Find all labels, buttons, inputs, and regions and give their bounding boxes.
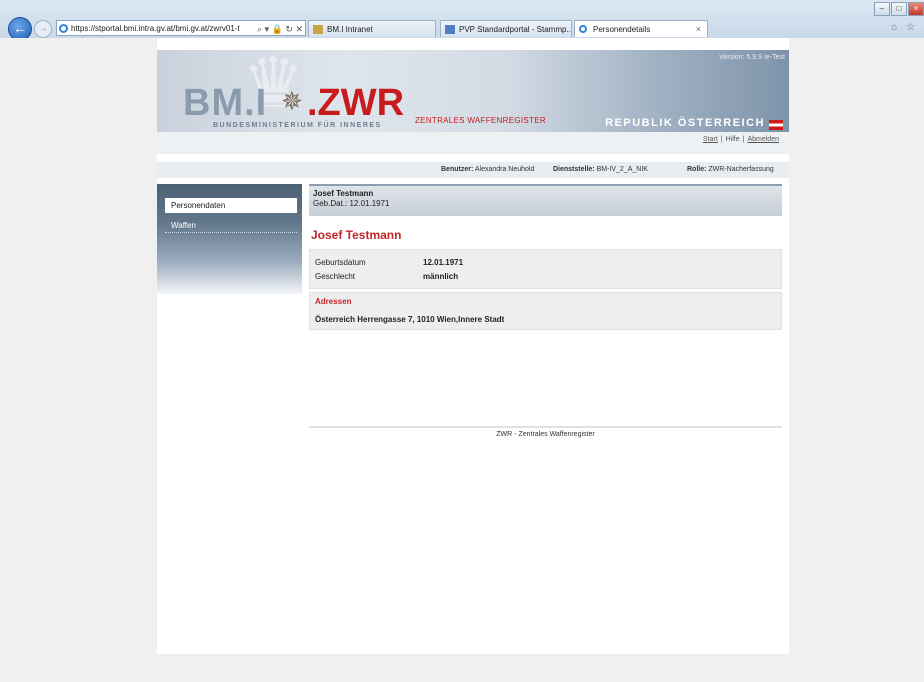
page-viewport: ♛ Version: 5.9.9 Ie-Test BM.I ✵ .ZWR ZEN… [0, 38, 924, 682]
rolle-info: Rolle: ZWR-Nacherfassung [687, 166, 774, 173]
ie-icon [579, 25, 587, 33]
tab-personendetails[interactable]: Personendetails × [574, 20, 708, 37]
ie-icon [59, 24, 68, 33]
person-details: Geburtsdatum 12.01.1971 Geschlecht männl… [309, 249, 782, 289]
header-birth-date: Geb.Dat.: 12.01.1971 [313, 199, 390, 208]
footer-text: ZWR - Zentrales Waffenregister [496, 431, 595, 438]
hilfe-link[interactable]: Hilfe [726, 136, 740, 143]
detail-label: Geburtsdatum [315, 258, 366, 267]
user-info-bar: Benutzer: Alexandra Neuhold Dienststelle… [157, 162, 789, 178]
logo-bmi: BM.I [183, 82, 268, 124]
minimize-button[interactable]: – [874, 2, 890, 16]
abmelden-link[interactable]: Abmelden [747, 136, 779, 143]
link-separator: | [720, 136, 723, 143]
link-separator: | [742, 136, 745, 143]
home-favorites-icons[interactable]: ⌂ ☆ [891, 22, 918, 33]
detail-value: männlich [423, 272, 459, 281]
close-window-button[interactable]: × [908, 2, 924, 16]
republik-label: REPUBLIK ÖSTERREICH [605, 117, 765, 129]
person-header: Josef Testmann Geb.Dat.: 12.01.1971 [309, 184, 782, 216]
logo-zwr: .ZWR [307, 82, 405, 124]
window-controls: – □ × [873, 2, 924, 16]
tab-label: BM.I Intranet [327, 25, 373, 34]
addresses-title: Adressen [315, 297, 352, 306]
portal-icon [445, 25, 455, 34]
forward-button[interactable]: → [34, 20, 52, 38]
tab-label: Personendetails [593, 25, 651, 34]
footer-divider [309, 426, 782, 428]
maximize-button[interactable]: □ [891, 2, 907, 16]
tab-bmi-intranet[interactable]: BM.I Intranet [308, 20, 436, 37]
address-line: Österreich Herrengasse 7, 1010 Wien,Inne… [315, 315, 505, 324]
coat-of-arms-icon: ✵ [281, 86, 303, 116]
close-tab-icon[interactable]: × [696, 21, 701, 37]
address-bar[interactable]: https://stportal.bmi.intra.gv.at/bmi.gv.… [56, 20, 306, 36]
benutzer-info: Benutzer: Alexandra Neuhold [441, 166, 535, 173]
detail-row-geschlecht: Geschlecht männlich [315, 272, 458, 281]
start-link[interactable]: Start [703, 136, 718, 143]
banner: ♛ Version: 5.9.9 Ie-Test BM.I ✵ .ZWR ZEN… [157, 50, 789, 132]
detail-row-geburtsdatum: Geburtsdatum 12.01.1971 [315, 258, 463, 267]
banner-underbar [157, 132, 789, 154]
logo-subtitle: ZENTRALES WAFFENREGISTER [415, 116, 546, 125]
page-title: Josef Testmann [311, 228, 402, 242]
zwr-page: ♛ Version: 5.9.9 Ie-Test BM.I ✵ .ZWR ZEN… [157, 38, 789, 654]
intranet-icon [313, 25, 323, 34]
dienststelle-info: Dienststelle: BM-IV_2_A_NIK [553, 166, 648, 173]
header-person-name: Josef Testmann [313, 189, 374, 198]
nav-item-personendaten[interactable]: Personendaten [165, 198, 297, 213]
browser-chrome: ← → https://stportal.bmi.intra.gv.at/bmi… [0, 0, 924, 41]
top-links: Start | Hilfe | Abmelden [703, 136, 779, 143]
detail-value: 12.01.1971 [423, 258, 464, 267]
version-label: Version: 5.9.9 Ie-Test [719, 54, 785, 61]
nav-item-waffen[interactable]: Waffen [165, 218, 297, 233]
left-navigation: Personendaten Waffen [157, 184, 302, 294]
ministry-label: BUNDESMINISTERIUM FÜR INNERES [213, 122, 382, 129]
austria-flag-icon [769, 120, 783, 130]
detail-label: Geschlecht [315, 272, 356, 281]
tab-pvp-portal[interactable]: PVP Standardportal - Stammp... [440, 20, 572, 37]
tab-label: PVP Standardportal - Stammp... [459, 25, 572, 34]
address-url: https://stportal.bmi.intra.gv.at/bmi.gv.… [71, 24, 240, 33]
main-content: Josef Testmann Geb.Dat.: 12.01.1971 Jose… [309, 184, 782, 438]
address-tools[interactable]: ⌕ ▾ 🔒 ↻ ✕ [254, 21, 303, 35]
addresses-box: Adressen Österreich Herrengasse 7, 1010 … [309, 292, 782, 330]
